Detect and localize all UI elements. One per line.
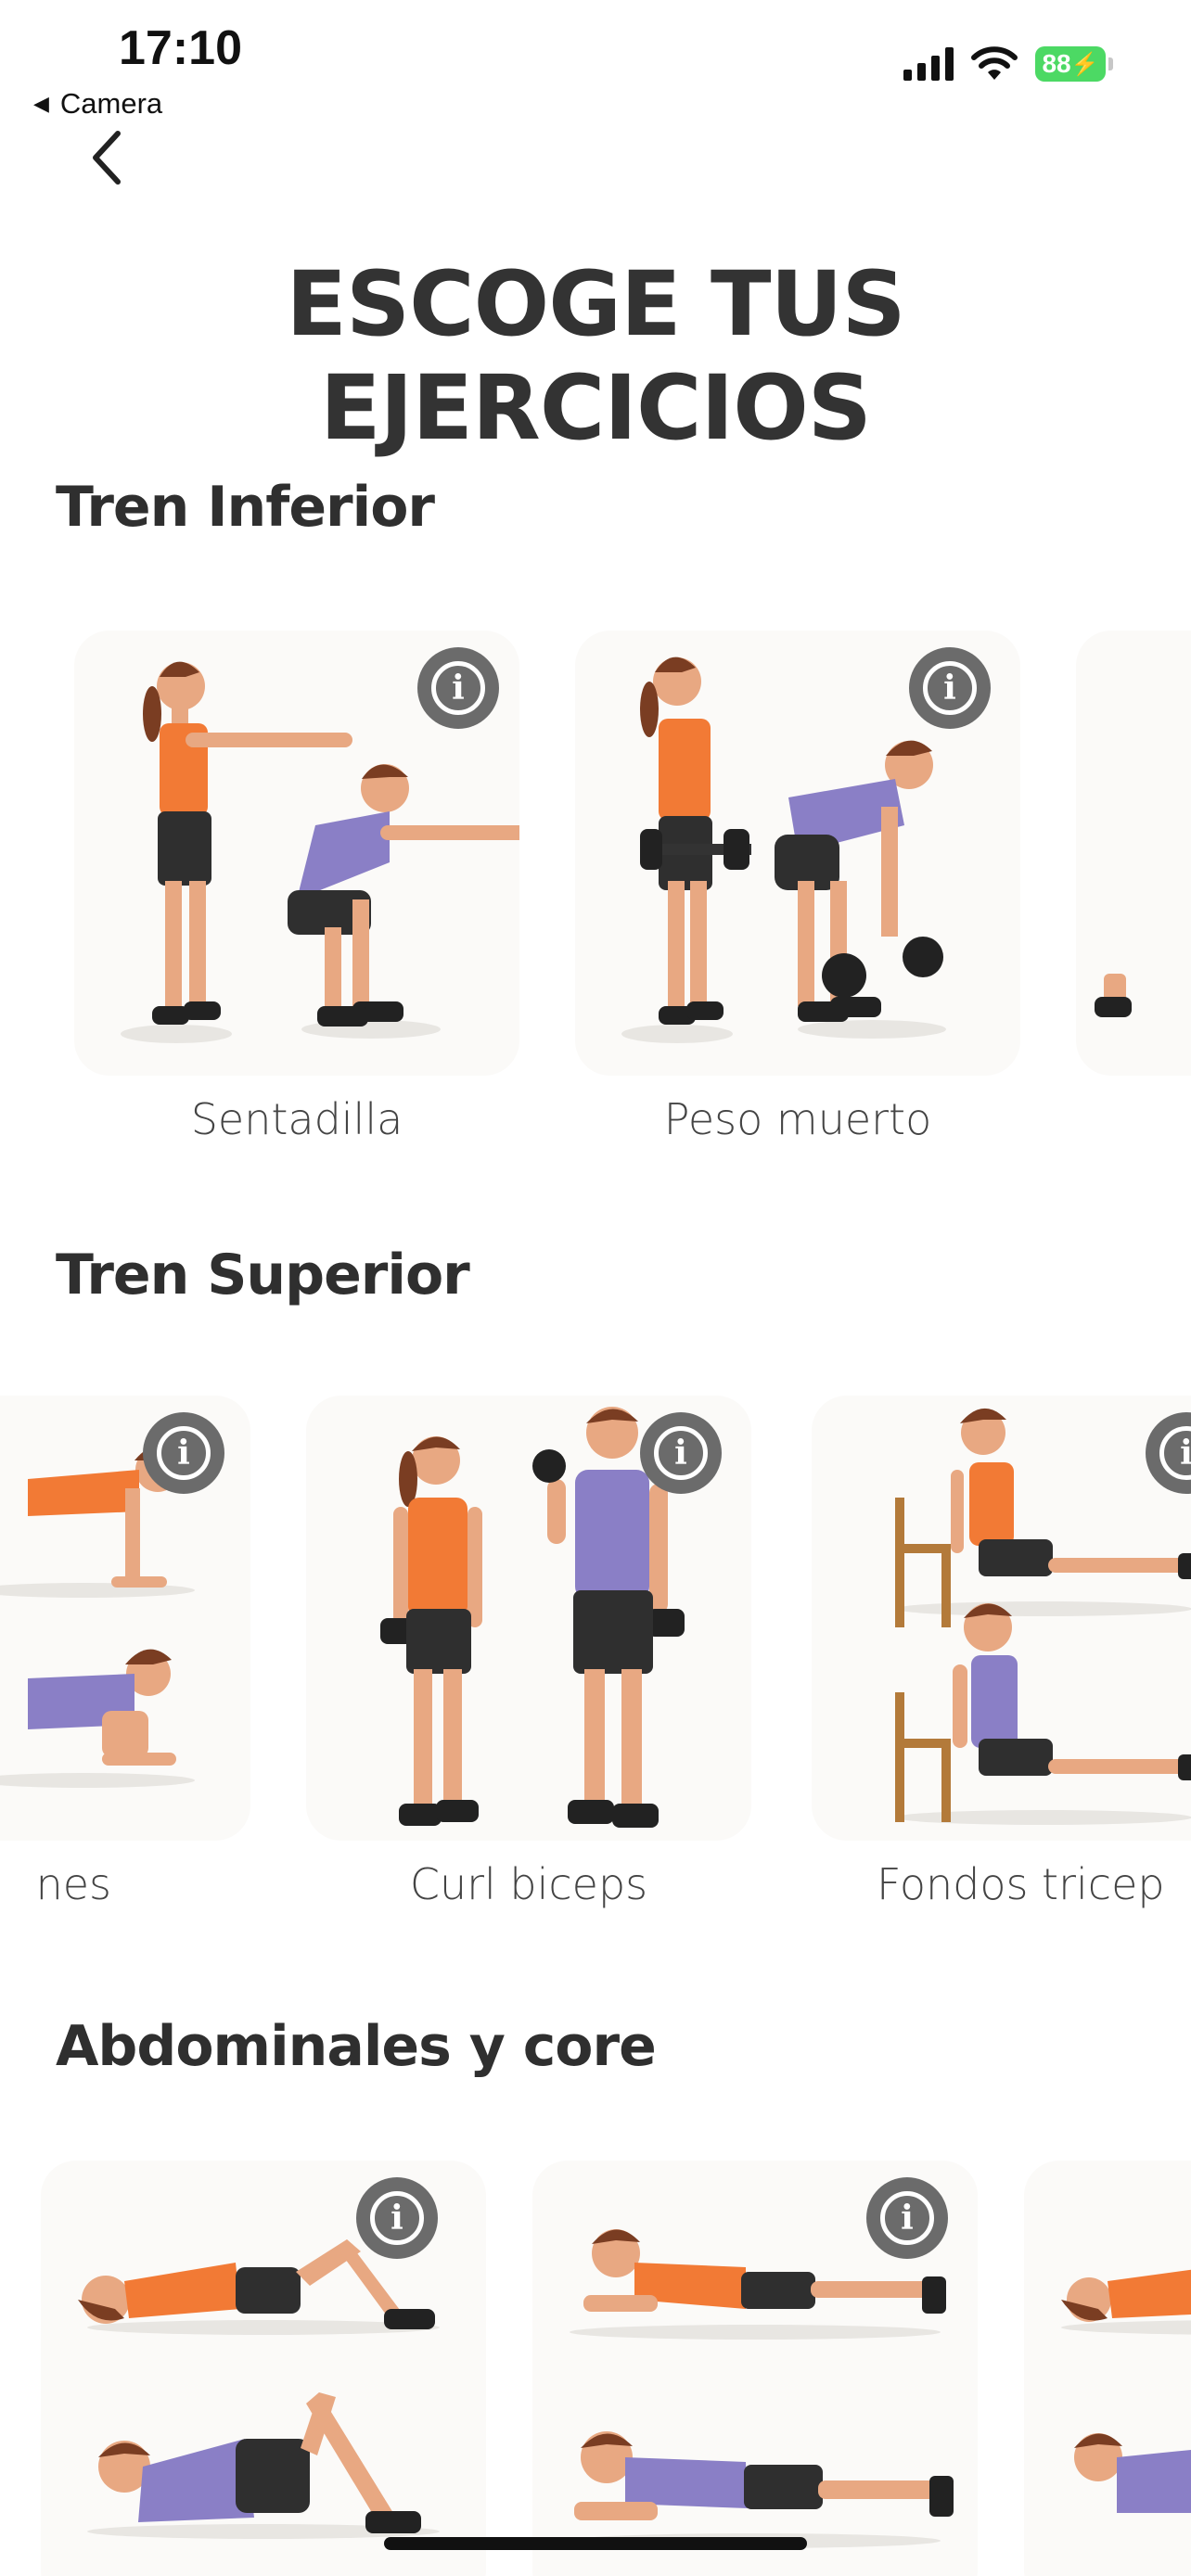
back-triangle-icon: ◀ [33,92,49,115]
cellular-signal-icon [903,47,954,81]
status-icons: 88 ⚡ [903,46,1113,82]
exercise-card-curl-biceps[interactable]: i [306,1396,751,1841]
info-icon: i [923,661,977,715]
status-bar: 17:10 ◀ Camera 88 ⚡ [0,0,1191,139]
page-title: ESCOGE TUS EJERCICIOS [286,252,905,460]
exercise-illustration-partial [1095,974,1132,1017]
battery-level: 88 [1042,49,1071,78]
exercise-label-sentadilla: Sentadilla [190,1094,403,1144]
info-icon: i [880,2191,934,2245]
info-button[interactable]: i [417,647,499,729]
section-title-abdominales-core: Abdominales y core [56,2014,657,2079]
status-time: 17:10 [119,21,242,75]
exercise-label-fondos-triceps: Fondos tricep [877,1859,1165,1909]
info-icon: i [654,1426,708,1480]
info-icon: i [1159,1426,1191,1480]
exercise-label-curl-biceps: Curl biceps [409,1859,648,1909]
section-title-tren-superior: Tren Superior [56,1243,470,1307]
exercise-illustration-partial [1061,2269,1191,2513]
back-to-app-link[interactable]: ◀ Camera [33,87,162,121]
exercise-card-partial[interactable] [1024,2161,1191,2576]
info-button[interactable]: i [909,647,991,729]
back-button[interactable] [74,121,139,195]
exercise-card-flexiones[interactable]: i [0,1396,250,1841]
exercise-label-flexiones: nes [35,1859,111,1909]
exercise-card-plank[interactable]: i [532,2161,978,2576]
info-button[interactable]: i [866,2177,948,2259]
exercise-card-sentadilla[interactable]: i [74,631,519,1076]
battery-icon: 88 ⚡ [1035,46,1113,82]
carousel-tren-superior[interactable]: i nes i Curl biceps i Fondos tricep [0,1396,1191,2045]
info-button[interactable]: i [143,1412,224,1494]
back-app-label: Camera [59,87,163,120]
tricep-dips-illustration [895,1408,1191,1825]
exercise-card-fondos-triceps[interactable]: i [812,1396,1191,1841]
home-indicator[interactable] [384,2537,807,2550]
info-icon: i [157,1426,211,1480]
section-title-tren-inferior: Tren Inferior [56,475,435,540]
carousel-abdominales-core[interactable]: i i [0,2161,1191,2576]
exercise-card-partial[interactable] [1076,631,1191,1076]
chevron-left-icon [93,131,121,185]
exercise-label-peso-muerto: Peso muerto [663,1094,932,1144]
carousel-tren-inferior[interactable]: i Sentadilla i Peso muerto [0,631,1191,1280]
info-icon: i [431,661,485,715]
exercise-card-peso-muerto[interactable]: i [575,631,1020,1076]
info-button[interactable]: i [640,1412,722,1494]
exercise-card-crunch[interactable]: i [41,2161,486,2576]
info-button[interactable]: i [356,2177,438,2259]
info-icon: i [370,2191,424,2245]
wifi-icon [971,46,1018,80]
